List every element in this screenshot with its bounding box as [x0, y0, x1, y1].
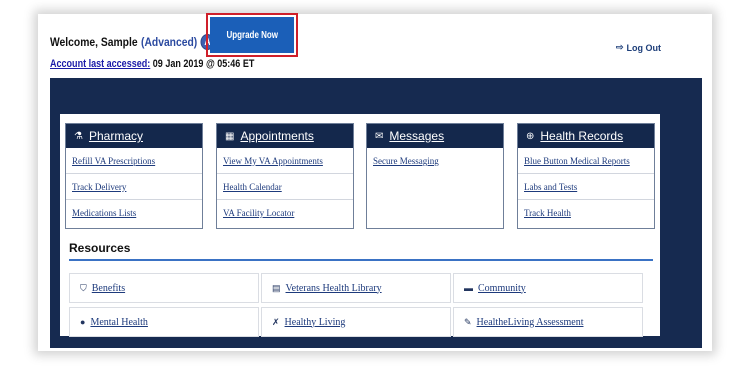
resource-label: Healthy Living	[284, 316, 346, 328]
upgrade-now-button[interactable]: Upgrade Now	[210, 17, 294, 53]
welcome-message: Welcome, Sample (Advanced) A	[50, 34, 215, 50]
log-out-label: Log Out	[626, 42, 662, 53]
card-title: Pharmacy	[88, 129, 143, 143]
pharmacy-icon: ⚗	[74, 130, 83, 142]
benefits-icon: ⛉	[80, 282, 87, 293]
resource-label: Benefits	[91, 282, 126, 294]
resource-community[interactable]: ▬ Community	[453, 273, 643, 303]
link-blue-button-reports[interactable]: Blue Button Medical Reports	[518, 148, 654, 174]
account-last-accessed-value: 09 Jan 2019 @ 05:46 ET	[152, 58, 255, 70]
card-appointments: ▦ Appointments View My VA Appointments H…	[216, 123, 354, 229]
card-header-messages[interactable]: ✉ Messages	[367, 124, 503, 148]
resource-veterans-health-library[interactable]: ▤ Veterans Health Library	[261, 273, 451, 303]
upgrade-now-label: Upgrade Now	[226, 29, 278, 41]
card-header-pharmacy[interactable]: ⚗ Pharmacy	[66, 124, 202, 148]
message-icon: ✉	[375, 130, 384, 142]
card-header-appointments[interactable]: ▦ Appointments	[217, 124, 353, 148]
card-messages: ✉ Messages Secure Messaging	[366, 123, 504, 229]
community-icon: ▬	[464, 283, 473, 293]
resources-heading: Resources	[69, 241, 131, 255]
link-refill-prescriptions[interactable]: Refill VA Prescriptions	[66, 148, 202, 174]
link-facility-locator[interactable]: VA Facility Locator	[217, 200, 353, 226]
card-title: Appointments	[240, 129, 314, 143]
health-records-icon: ⊕	[526, 130, 535, 142]
account-last-accessed-link[interactable]: Account last accessed:	[50, 58, 150, 70]
log-out-link[interactable]: ⇨ Log Out	[616, 42, 661, 53]
link-labs-and-tests[interactable]: Labs and Tests	[518, 174, 654, 200]
link-secure-messaging[interactable]: Secure Messaging	[367, 148, 503, 174]
resource-label: HealtheLiving Assessment	[476, 316, 584, 328]
welcome-text: Welcome, Sample	[50, 35, 138, 49]
resource-label: Community	[478, 282, 526, 294]
link-track-health[interactable]: Track Health	[518, 200, 654, 226]
main-content-area: ⚗ Pharmacy Refill VA Prescriptions Track…	[50, 78, 702, 348]
top-bar: Welcome, Sample (Advanced) A Upgrade Now…	[38, 13, 712, 76]
running-icon: ✗	[272, 316, 280, 327]
app-frame: Welcome, Sample (Advanced) A Upgrade Now…	[38, 13, 712, 351]
resource-benefits[interactable]: ⛉ Benefits	[69, 273, 259, 303]
resource-mental-health[interactable]: ● Mental Health	[69, 307, 259, 337]
resources-divider	[69, 259, 653, 261]
log-out-icon: ⇨	[616, 42, 624, 52]
link-health-calendar[interactable]: Health Calendar	[217, 174, 353, 200]
account-level[interactable]: (Advanced)	[141, 35, 197, 49]
assessment-icon: ✎	[464, 316, 472, 327]
link-track-delivery[interactable]: Track Delivery	[66, 174, 202, 200]
resource-healtheliving-assessment[interactable]: ✎ HealtheLiving Assessment	[453, 307, 643, 337]
card-title: Health Records	[540, 129, 624, 143]
library-icon: ▤	[272, 282, 281, 293]
account-last-accessed: Account last accessed: 09 Jan 2019 @ 05:…	[50, 58, 254, 70]
resource-healthy-living[interactable]: ✗ Healthy Living	[261, 307, 451, 337]
resource-label: Mental Health	[90, 316, 148, 328]
card-pharmacy: ⚗ Pharmacy Refill VA Prescriptions Track…	[65, 123, 203, 229]
dashboard-panel: ⚗ Pharmacy Refill VA Prescriptions Track…	[60, 114, 660, 337]
card-health-records: ⊕ Health Records Blue Button Medical Rep…	[517, 123, 655, 229]
location-icon: ●	[80, 317, 86, 327]
link-medications-lists[interactable]: Medications Lists	[66, 200, 202, 226]
card-header-health-records[interactable]: ⊕ Health Records	[518, 124, 654, 148]
resource-label: Veterans Health Library	[285, 282, 382, 294]
link-view-appointments[interactable]: View My VA Appointments	[217, 148, 353, 174]
calendar-icon: ▦	[225, 130, 235, 142]
card-title: Messages	[389, 129, 445, 143]
